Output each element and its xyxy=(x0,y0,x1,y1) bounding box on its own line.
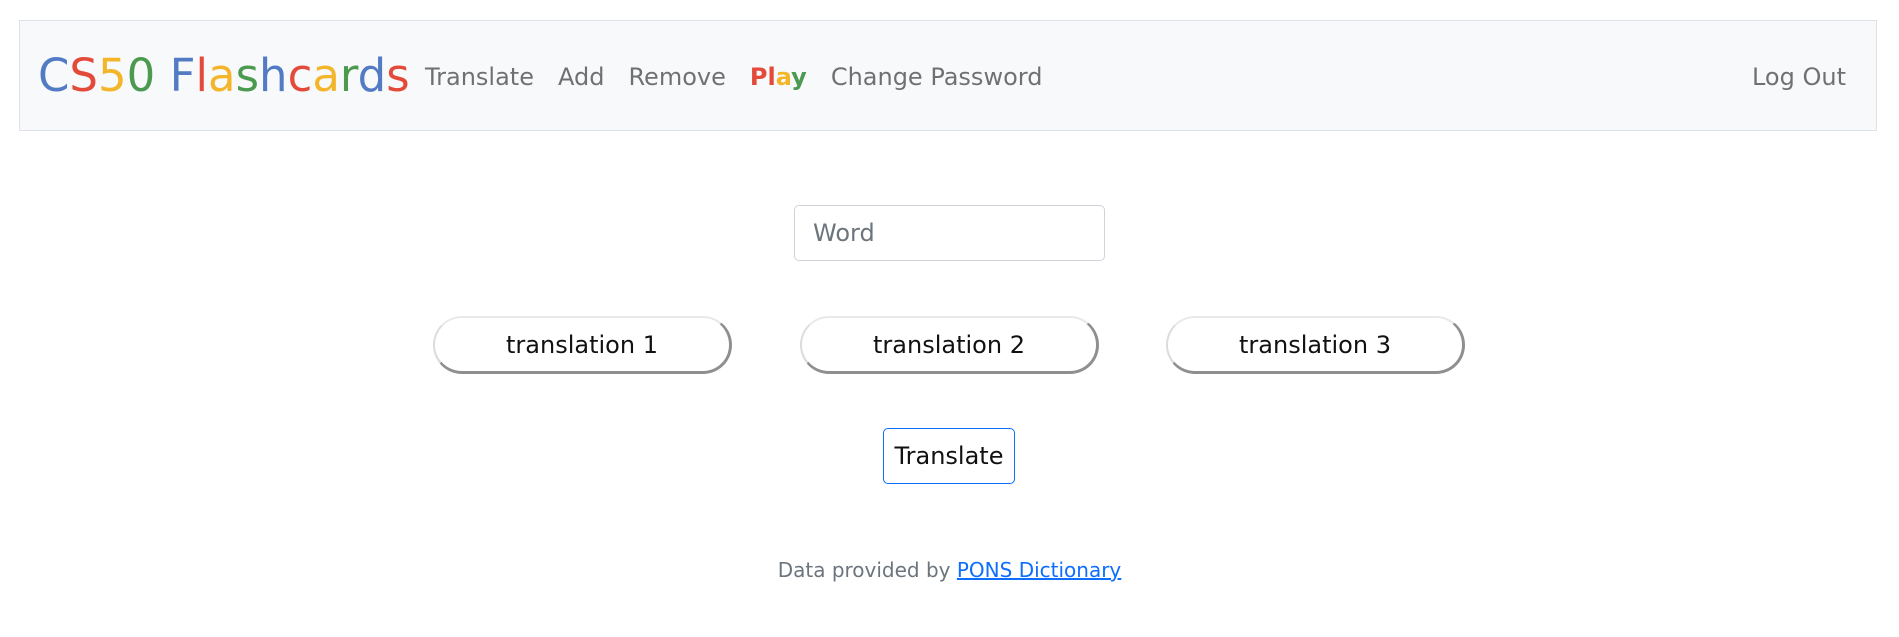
brand-letter: s xyxy=(235,49,260,102)
brand-logo[interactable]: CS50 Flashcards xyxy=(38,49,410,103)
nav-translate-link[interactable]: Translate xyxy=(413,63,546,91)
nav-remove-link[interactable]: Remove xyxy=(616,63,737,91)
play-letter: a xyxy=(775,62,792,91)
brand-letter: l xyxy=(195,49,208,102)
word-input[interactable] xyxy=(794,205,1105,261)
brand-letter: r xyxy=(339,49,358,102)
logout-link[interactable]: Log Out xyxy=(1752,21,1846,132)
nav-add-link[interactable]: Add xyxy=(546,63,616,91)
brand-letter: F xyxy=(169,49,196,102)
brand-letter: h xyxy=(259,49,288,102)
brand-letter: a xyxy=(208,49,236,102)
brand-letter: S xyxy=(69,49,98,102)
navbar: CS50 Flashcards Translate Add Remove Pla… xyxy=(19,20,1877,131)
brand-letter: c xyxy=(287,49,313,102)
brand-letter: C xyxy=(38,49,70,102)
translation-1-box: translation 1 xyxy=(433,316,732,374)
translation-3-box: translation 3 xyxy=(1166,316,1465,374)
brand-letter xyxy=(155,49,169,102)
brand-letter: 0 xyxy=(126,49,156,102)
pons-dictionary-link[interactable]: PONS Dictionary xyxy=(957,558,1121,582)
brand-letter: a xyxy=(312,49,340,102)
play-letter: l xyxy=(767,62,776,91)
translation-2-box: translation 2 xyxy=(800,316,1099,374)
brand-letter: s xyxy=(386,49,410,102)
translate-button[interactable]: Translate xyxy=(883,428,1015,484)
play-letter: y xyxy=(791,62,807,91)
footer-credit: Data provided by PONS Dictionary xyxy=(0,558,1899,582)
play-letter: P xyxy=(749,62,768,91)
nav-links: Translate Add Remove Play Change Passwor… xyxy=(413,21,1054,132)
footer-prefix: Data provided by xyxy=(777,558,957,582)
brand-letter: d xyxy=(357,49,387,102)
brand-letter: 5 xyxy=(98,49,127,102)
nav-change-password-link[interactable]: Change Password xyxy=(819,63,1055,91)
nav-play-link[interactable]: Play xyxy=(738,63,819,91)
